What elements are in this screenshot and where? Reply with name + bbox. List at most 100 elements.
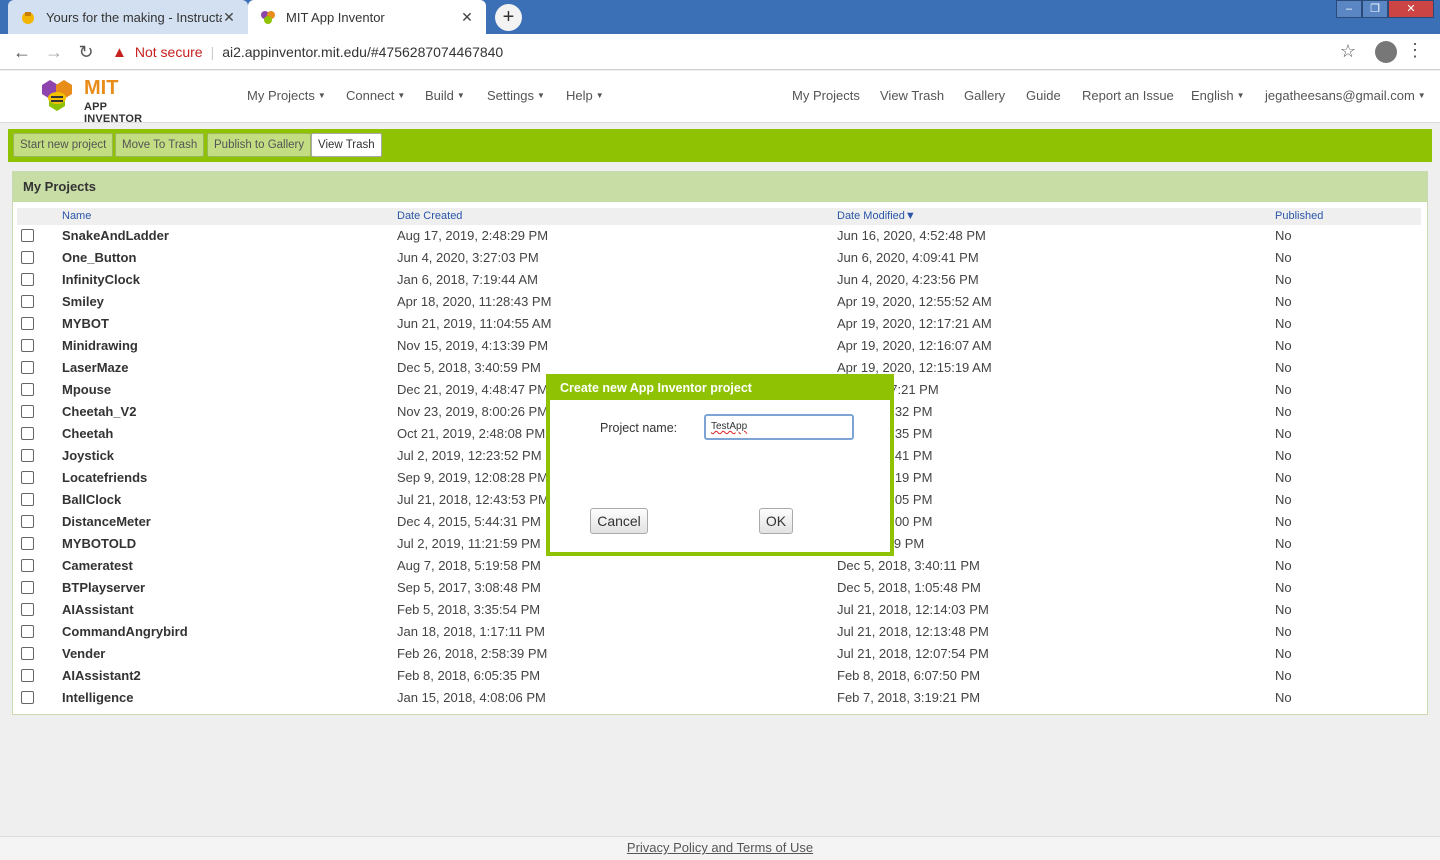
row-checkbox[interactable] (21, 251, 34, 264)
window-close-icon[interactable]: ✕ (1388, 0, 1434, 18)
column-header-date-modified[interactable]: Date Modified▼ (837, 210, 916, 222)
back-arrow-icon[interactable]: ← (10, 40, 34, 64)
project-name-cell[interactable]: InfinityClock (62, 272, 140, 287)
project-name-cell[interactable]: Intelligence (62, 690, 134, 705)
table-row[interactable]: One_Button Jun 4, 2020, 3:27:03 PM Jun 6, … (13, 247, 1427, 269)
row-checkbox[interactable] (21, 603, 34, 616)
project-name-cell[interactable]: Joystick (62, 448, 114, 463)
project-name-cell[interactable]: CommandAngrybird (62, 624, 188, 639)
row-checkbox[interactable] (21, 427, 34, 440)
project-name-cell[interactable]: Cheetah_V2 (62, 404, 136, 419)
project-name-cell[interactable]: LaserMaze (62, 360, 128, 375)
row-checkbox[interactable] (21, 449, 34, 462)
project-name-cell[interactable]: BTPlayserver (62, 580, 145, 595)
project-name-cell[interactable]: Minidrawing (62, 338, 138, 353)
start-new-project-button[interactable]: Start new project (13, 133, 114, 157)
browser-tab-app-inventor[interactable]: MIT App Inventor ✕ (248, 0, 486, 34)
publish-to-gallery-button[interactable]: Publish to Gallery (207, 133, 312, 157)
row-checkbox[interactable] (21, 317, 34, 330)
project-name-cell[interactable]: Vender (62, 646, 105, 661)
table-row[interactable]: Cameratest Aug 7, 2018, 5:19:58 PM Dec 5, … (13, 555, 1427, 577)
row-checkbox[interactable] (21, 537, 34, 550)
browser-tab-instructables[interactable]: Yours for the making - Instructab ✕ (8, 0, 248, 34)
row-checkbox[interactable] (21, 647, 34, 660)
table-row[interactable]: Vender Feb 26, 2018, 2:58:39 PM Jul 21, 20… (13, 643, 1427, 665)
bookmark-star-icon[interactable]: ☆ (1340, 41, 1356, 62)
column-header-name[interactable]: Name (62, 210, 91, 222)
table-row[interactable]: Intelligence Jan 15, 2018, 4:08:06 PM Feb … (13, 687, 1427, 709)
row-checkbox[interactable] (21, 361, 34, 374)
menu-my-projects[interactable]: My Projects ▼ (247, 88, 326, 103)
ok-button[interactable]: OK (759, 508, 793, 534)
project-name-cell[interactable]: BallClock (62, 492, 121, 507)
column-header-published[interactable]: Published (1275, 210, 1323, 222)
row-checkbox[interactable] (21, 295, 34, 308)
link-view-trash[interactable]: View Trash (880, 88, 944, 103)
row-checkbox[interactable] (21, 471, 34, 484)
link-my-projects[interactable]: My Projects (792, 88, 860, 103)
column-header-date-created[interactable]: Date Created (397, 210, 462, 222)
table-row[interactable]: AIAssistant Feb 5, 2018, 3:35:54 PM Jul 21… (13, 599, 1427, 621)
row-checkbox[interactable] (21, 581, 34, 594)
project-name-cell[interactable]: Smiley (62, 294, 104, 309)
security-label[interactable]: Not secure (135, 44, 203, 60)
row-checkbox[interactable] (21, 229, 34, 242)
link-guide[interactable]: Guide (1026, 88, 1061, 103)
table-row[interactable]: Minidrawing Nov 15, 2019, 4:13:39 PM Apr 1… (13, 335, 1427, 357)
account-menu[interactable]: jegatheesans@gmail.com ▼ (1265, 88, 1426, 103)
project-name-cell[interactable]: Mpouse (62, 382, 111, 397)
table-row[interactable]: MYBOT Jun 21, 2019, 11:04:55 AM Apr 19, 20… (13, 313, 1427, 335)
project-name-cell[interactable]: MYBOT (62, 316, 109, 331)
menu-settings[interactable]: Settings ▼ (487, 88, 545, 103)
project-name-input[interactable]: TestApp (704, 414, 854, 440)
move-to-trash-button[interactable]: Move To Trash (115, 133, 205, 157)
table-row[interactable]: InfinityClock Jan 6, 2018, 7:19:44 AM Jun … (13, 269, 1427, 291)
table-row[interactable]: BTPlayserver Sep 5, 2017, 3:08:48 PM Dec 5… (13, 577, 1427, 599)
project-name-cell[interactable]: Cheetah (62, 426, 113, 441)
minimize-icon[interactable]: – (1336, 0, 1362, 18)
row-checkbox[interactable] (21, 493, 34, 506)
close-tab-icon[interactable]: ✕ (460, 9, 474, 26)
close-tab-icon[interactable]: ✕ (222, 9, 236, 26)
row-checkbox[interactable] (21, 559, 34, 572)
row-checkbox[interactable] (21, 339, 34, 352)
row-checkbox[interactable] (21, 515, 34, 528)
date-modified-cell: Feb 7, 2018, 3:19:21 PM (837, 690, 981, 705)
profile-avatar[interactable] (1375, 41, 1397, 63)
privacy-policy-link[interactable]: Privacy Policy and Terms of Use (627, 840, 813, 855)
menu-connect[interactable]: Connect ▼ (346, 88, 405, 103)
table-row[interactable]: Smiley Apr 18, 2020, 11:28:43 PM Apr 19, 2… (13, 291, 1427, 313)
reload-icon[interactable]: ↻ (74, 40, 98, 64)
row-checkbox[interactable] (21, 625, 34, 638)
omnibox[interactable]: ▲ Not secure | ai2.appinventor.mit.edu/#… (112, 38, 1372, 66)
table-row[interactable]: SnakeAndLadder Aug 17, 2019, 2:48:29 PM Ju… (13, 225, 1427, 247)
table-row[interactable]: CommandAngrybird Jan 18, 2018, 1:17:11 PM… (13, 621, 1427, 643)
table-row[interactable]: AIAssistant2 Feb 8, 2018, 6:05:35 PM Feb 8… (13, 665, 1427, 687)
language-menu[interactable]: English ▼ (1191, 88, 1245, 103)
view-trash-button[interactable]: View Trash (311, 133, 382, 157)
maximize-icon[interactable]: ❐ (1362, 0, 1388, 18)
url-text[interactable]: ai2.appinventor.mit.edu/#475628707446784… (222, 44, 503, 60)
row-checkbox[interactable] (21, 273, 34, 286)
row-checkbox[interactable] (21, 405, 34, 418)
forward-arrow-icon[interactable]: → (42, 40, 66, 64)
project-name-cell[interactable]: SnakeAndLadder (62, 228, 169, 243)
project-name-cell[interactable]: AIAssistant2 (62, 668, 141, 683)
row-checkbox[interactable] (21, 383, 34, 396)
project-name-cell[interactable]: One_Button (62, 250, 136, 265)
link-report-issue[interactable]: Report an Issue (1082, 88, 1174, 103)
browser-menu-icon[interactable]: ⋮ (1406, 40, 1424, 61)
menu-build[interactable]: Build ▼ (425, 88, 465, 103)
menu-help[interactable]: Help ▼ (566, 88, 604, 103)
row-checkbox[interactable] (21, 691, 34, 704)
project-name-cell[interactable]: DistanceMeter (62, 514, 151, 529)
project-name-cell[interactable]: Cameratest (62, 558, 133, 573)
project-name-cell[interactable]: Locatefriends (62, 470, 147, 485)
app-inventor-logo[interactable]: MIT APP INVENTOR (36, 75, 166, 125)
new-tab-button[interactable]: + (495, 4, 522, 31)
project-name-cell[interactable]: MYBOTOLD (62, 536, 136, 551)
cancel-button[interactable]: Cancel (590, 508, 648, 534)
project-name-cell[interactable]: AIAssistant (62, 602, 134, 617)
link-gallery[interactable]: Gallery (964, 88, 1005, 103)
row-checkbox[interactable] (21, 669, 34, 682)
